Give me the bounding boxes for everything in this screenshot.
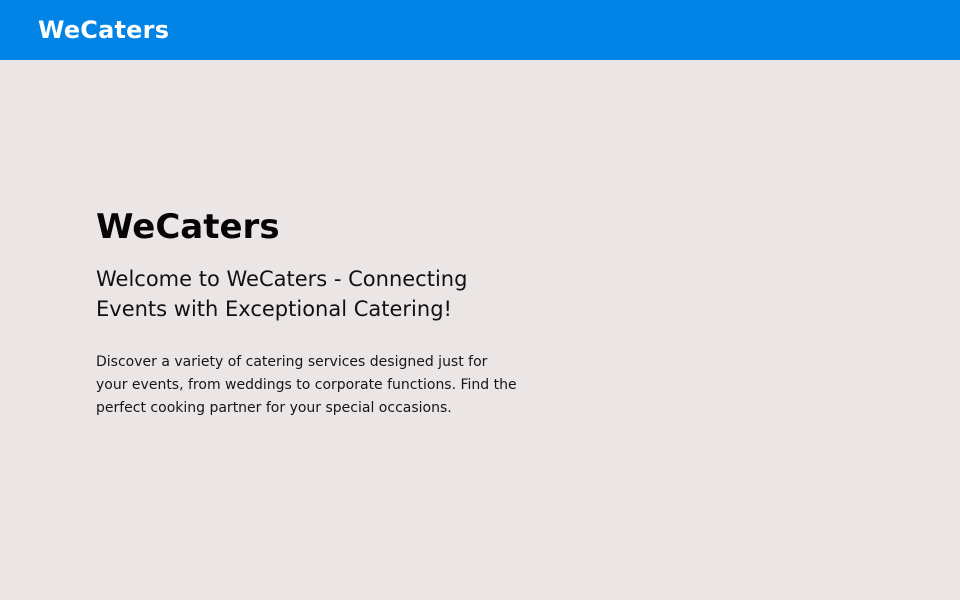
hero-title: WeCaters	[96, 207, 280, 247]
brand-logo-link[interactable]: WeCaters	[38, 14, 169, 46]
hero-section: WeCaters Welcome to WeCaters - Connectin…	[96, 205, 526, 420]
page: { "header": { "brand": "WeCaters", "back…	[0, 0, 960, 600]
top-navigation-bar: WeCaters	[0, 0, 960, 60]
hero-description: Discover a variety of catering services …	[96, 354, 517, 416]
hero-subtitle: Welcome to WeCaters - Connecting Events …	[96, 267, 468, 321]
